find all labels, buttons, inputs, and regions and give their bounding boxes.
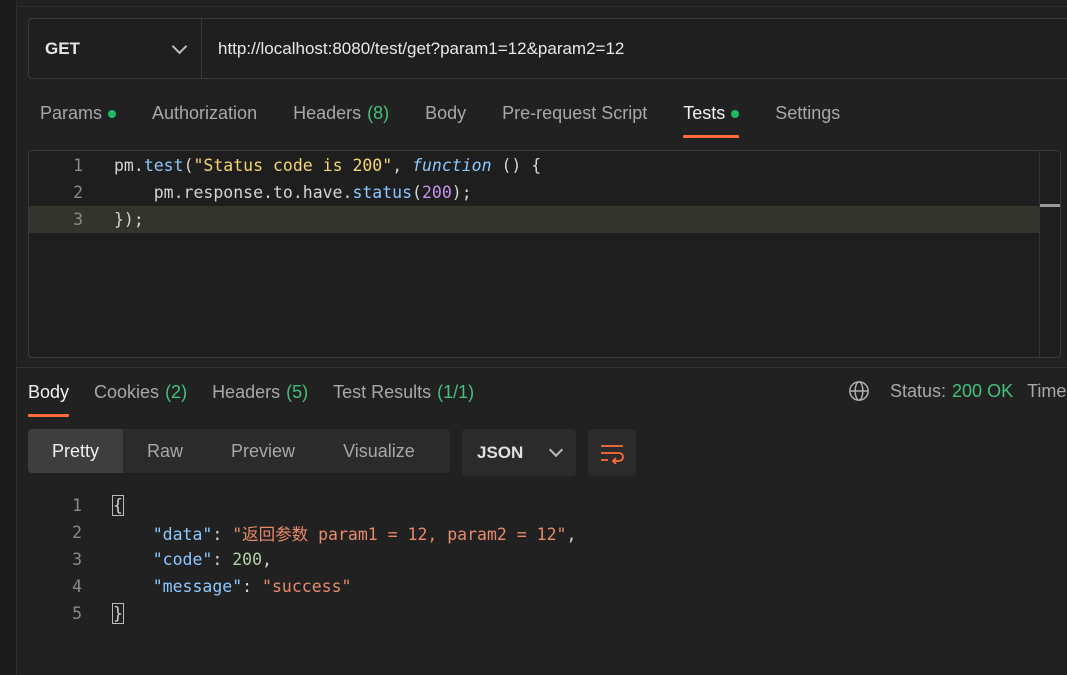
tab-settings[interactable]: Settings — [775, 98, 840, 138]
response-tab-test-results[interactable]: Test Results (1/1) — [333, 377, 474, 417]
url-input[interactable]: http://localhost:8080/test/get?param1=12… — [202, 19, 624, 78]
tab-body[interactable]: Body — [425, 98, 466, 138]
tab-params[interactable]: Params — [40, 98, 117, 138]
close-brace: } — [112, 603, 124, 624]
tab-headers[interactable]: Headers (8) — [293, 98, 389, 138]
response-status: Status: 200 OK Time — [848, 380, 1066, 402]
wrap-lines-icon — [601, 444, 624, 464]
language-dropdown[interactable]: JSON — [462, 429, 576, 476]
line-number: 3 — [73, 210, 83, 229]
tests-dot-icon — [731, 110, 740, 118]
wrap-lines-button[interactable] — [588, 429, 636, 476]
code-line: 4 "message": "success" — [72, 577, 352, 596]
scrollbar-marker — [1040, 204, 1060, 207]
response-tab-body[interactable]: Body — [28, 377, 70, 417]
code-line: 1 { — [72, 495, 124, 516]
editor-scrollbar[interactable] — [1039, 151, 1060, 357]
code-line: 3 "code": 200, — [72, 550, 272, 569]
format-segmented-control: Pretty Raw Preview Visualize — [28, 429, 450, 473]
line-number: 1 — [73, 156, 83, 175]
code-line: 1 pm.test("Status code is 200", function… — [29, 152, 1039, 179]
response-tab-headers[interactable]: Headers (5) — [212, 377, 308, 417]
params-dot-icon — [108, 110, 117, 118]
status-value[interactable]: 200 OK — [952, 381, 1013, 402]
method-select[interactable]: GET — [29, 19, 202, 78]
code-line: 2 "data": "返回参数 param1 = 12, param2 = 12… — [72, 523, 577, 544]
code-line-highlighted: 3 }); — [29, 206, 1039, 233]
request-bar: GET http://localhost:8080/test/get?param… — [28, 18, 1067, 79]
format-raw[interactable]: Raw — [123, 429, 207, 473]
request-tabs: Params Authorization Headers (8) Body Pre… — [40, 98, 876, 138]
code-line: 5 } — [72, 603, 124, 624]
response-tab-cookies[interactable]: Cookies (2) — [94, 377, 187, 417]
headers-count: (8) — [367, 103, 390, 123]
pane-divider[interactable] — [16, 367, 1067, 368]
open-brace: { — [112, 495, 124, 516]
response-body-viewer[interactable]: 1 { 2 "data": "返回参数 param1 = 12, param2 … — [28, 492, 1058, 632]
tests-editor[interactable]: 1 pm.test("Status code is 200", function… — [28, 150, 1061, 358]
language-label: JSON — [477, 442, 524, 462]
tab-pre-request-script[interactable]: Pre-request Script — [502, 98, 647, 138]
response-tabs: Body Cookies (2) Headers (5) Test Results(… — [28, 377, 499, 417]
format-visualize[interactable]: Visualize — [319, 429, 439, 473]
time-label[interactable]: Time — [1027, 381, 1066, 402]
method-label: GET — [45, 38, 80, 58]
chevron-down-icon — [171, 38, 188, 54]
top-divider — [16, 0, 1067, 7]
left-sidebar-edge — [0, 0, 17, 675]
globe-icon[interactable] — [848, 380, 870, 402]
tab-tests[interactable]: Tests — [683, 98, 740, 138]
url-text: http://localhost:8080/test/get?param1=12… — [218, 38, 625, 58]
status-label: Status: — [890, 380, 947, 401]
line-number: 2 — [73, 183, 83, 202]
format-preview[interactable]: Preview — [207, 429, 319, 473]
chevron-down-icon — [548, 442, 564, 458]
format-pretty[interactable]: Pretty — [28, 429, 124, 473]
code-line: 2 pm.response.to.have.status(200); — [29, 179, 1039, 206]
tab-authorization[interactable]: Authorization — [152, 98, 257, 138]
